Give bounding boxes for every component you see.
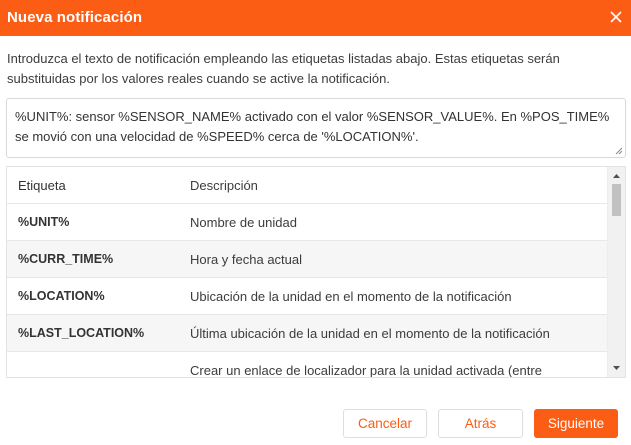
notification-text-value: %UNIT%: sensor %SENSOR_NAME% activado co… [15, 109, 610, 144]
tag-cell: %LAST_LOCATION% [18, 326, 145, 340]
tag-cell: %CURR_TIME% [18, 252, 114, 266]
table-row[interactable]: %LAST_LOCATION% Última ubicación de la u… [7, 315, 607, 352]
table-row[interactable]: %UNIT% Nombre de unidad [7, 204, 607, 241]
resize-grip-icon[interactable] [615, 147, 623, 155]
tag-cell: %LOCATION% [18, 289, 105, 303]
tags-table: Etiqueta Descripción %UNIT% Nombre de un… [6, 166, 626, 378]
tags-table-body: Etiqueta Descripción %UNIT% Nombre de un… [7, 167, 607, 378]
table-scrollbar[interactable] [607, 167, 625, 377]
tag-cell: %UNIT% [18, 215, 70, 229]
next-button[interactable]: Siguiente [534, 409, 618, 438]
column-header-tag: Etiqueta [18, 178, 66, 193]
column-header-description: Descripción [190, 178, 258, 193]
description-cell: Hora y fecha actual [190, 252, 303, 267]
table-header-row: Etiqueta Descripción [7, 167, 607, 204]
description-cell: Nombre de unidad [190, 215, 297, 230]
new-notification-dialog: Nueva notificación Introduzca el texto d… [0, 0, 631, 445]
close-icon[interactable] [609, 10, 623, 24]
intro-text: Introduzca el texto de notificación empl… [7, 51, 560, 86]
description-cell: Última ubicación de la unidad en el mome… [190, 326, 550, 341]
scroll-up-arrow-icon[interactable] [608, 169, 625, 183]
description-cell: Ubicación de la unidad en el momento de … [190, 289, 512, 304]
notification-text-area[interactable]: %UNIT%: sensor %SENSOR_NAME% activado co… [6, 98, 626, 158]
scroll-down-arrow-icon[interactable] [608, 361, 625, 375]
table-row[interactable]: Crear un enlace de localizador para la u… [7, 352, 607, 378]
cancel-button[interactable]: Cancelar [343, 409, 427, 438]
description-cell: Crear un enlace de localizador para la u… [190, 363, 542, 378]
table-row[interactable]: %LOCATION% Ubicación de la unidad en el … [7, 278, 607, 315]
back-button[interactable]: Atrás [438, 409, 523, 438]
dialog-titlebar: Nueva notificación [0, 0, 631, 36]
table-row[interactable]: %CURR_TIME% Hora y fecha actual [7, 241, 607, 278]
scroll-thumb[interactable] [612, 184, 621, 216]
dialog-title: Nueva notificación [7, 9, 143, 26]
